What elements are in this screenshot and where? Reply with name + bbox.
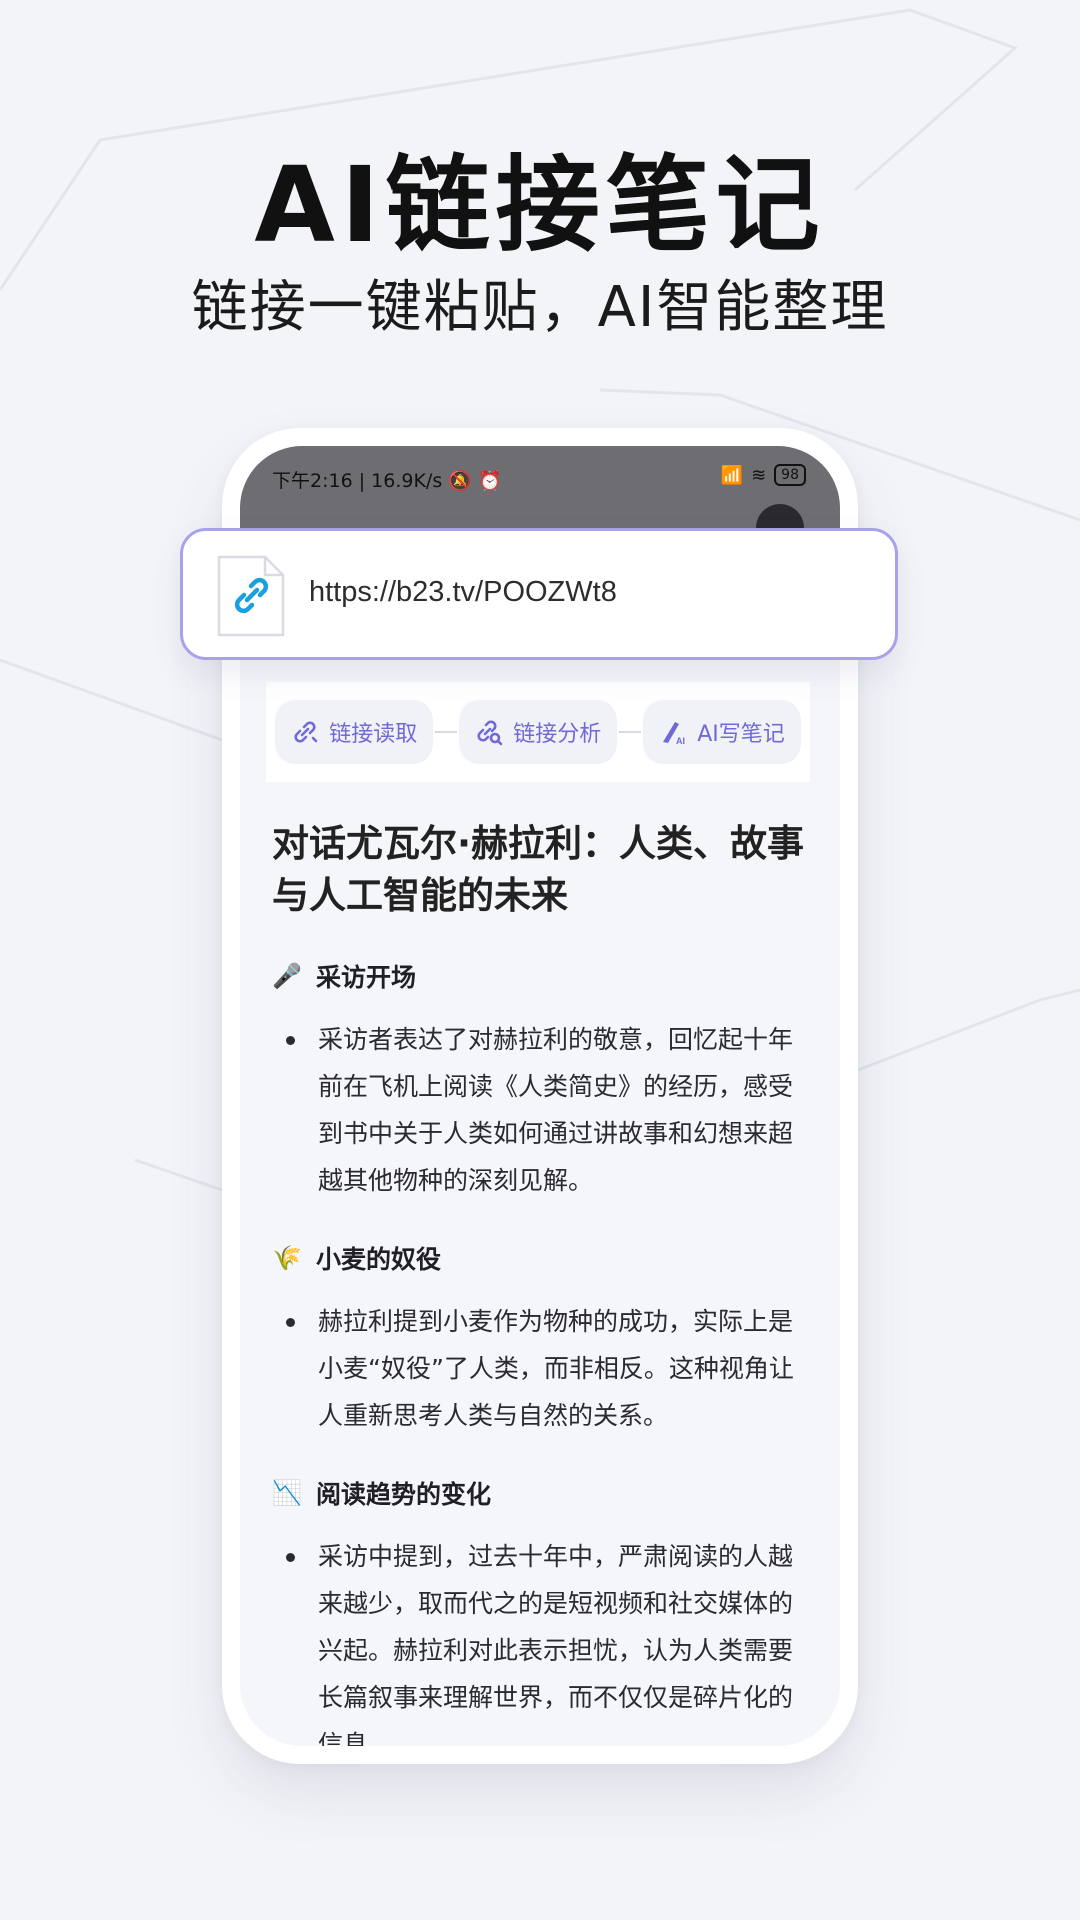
section-title: 小麦的奴役	[316, 1245, 442, 1274]
status-speed: 16.9K/s	[371, 470, 443, 492]
section-title: 采访开场	[316, 963, 417, 992]
list-item: 采访者表达了对赫拉利的敬意，回忆起十年前在飞机上阅读《人类简史》的经历，感受到书…	[272, 1016, 810, 1204]
link-read-button[interactable]: 链接读取	[275, 700, 434, 764]
link-analyze-icon	[477, 720, 503, 746]
bullet-list: 采访者表达了对赫拉利的敬意，回忆起十年前在飞机上阅读《人类简史》的经历，感受到书…	[272, 1016, 810, 1204]
status-time-speed: 下午2:16 | 16.9K/s 🔕 ⏰	[272, 470, 502, 492]
status-time: 下午2:16	[272, 470, 353, 492]
hero-subtitle: 链接一键粘贴，AI智能整理	[191, 275, 889, 340]
battery-icon: 98	[774, 464, 806, 486]
signal-icon: 📶	[720, 464, 744, 486]
action-bar: 链接读取 链接分析 AI AI写笔记	[266, 682, 810, 782]
url-input-card[interactable]: https://b23.tv/POOZWt8	[180, 528, 898, 660]
microphone-icon: 🎤	[272, 962, 302, 990]
section-heading: 🌾 小麦的奴役	[272, 1240, 810, 1276]
alarm-icon: ⏰	[478, 470, 502, 492]
status-icons: 📶 ≋ 98	[721, 464, 806, 486]
link-analyze-label: 链接分析	[513, 722, 602, 747]
wifi-icon: ≋	[751, 464, 767, 486]
bullet-list: 赫拉利提到小麦作为物种的成功，实际上是小麦“奴役”了人类，而非相反。这种视角让人…	[272, 1298, 810, 1439]
chart-down-icon: 📉	[272, 1479, 302, 1507]
link-file-icon	[217, 555, 285, 637]
list-item: 采访中提到，过去十年中，严肃阅读的人越来越少，取而代之的是短视频和社交媒体的兴起…	[272, 1533, 810, 1746]
list-item: 赫拉利提到小麦作为物种的成功，实际上是小麦“奴役”了人类，而非相反。这种视角让人…	[272, 1298, 810, 1439]
ai-pen-icon: AI	[663, 722, 685, 746]
link-analyze-button[interactable]: 链接分析	[459, 700, 618, 764]
bullet-list: 采访中提到，过去十年中，严肃阅读的人越来越少，取而代之的是短视频和社交媒体的兴起…	[272, 1533, 810, 1746]
article: 对话尤瓦尔·赫拉利：人类、故事与人工智能的未来 🎤 采访开场 采访者表达了对赫拉…	[272, 818, 810, 1746]
section-title: 阅读趋势的变化	[316, 1480, 492, 1509]
svg-text:AI: AI	[676, 736, 685, 746]
section-heading: 🎤 采访开场	[272, 958, 810, 994]
url-text[interactable]: https://b23.tv/POOZWt8	[309, 576, 617, 609]
hero-title: AI链接笔记	[254, 144, 826, 266]
section-heading: 📉 阅读趋势的变化	[272, 1475, 810, 1511]
wheat-icon: 🌾	[272, 1244, 302, 1272]
step-connector	[435, 731, 458, 733]
step-connector	[619, 731, 642, 733]
ai-write-note-button[interactable]: AI AI写笔记	[643, 700, 801, 764]
mute-icon: 🔕	[448, 470, 472, 492]
ai-write-note-label: AI写笔记	[697, 722, 785, 747]
link-read-icon	[294, 721, 318, 743]
article-title: 对话尤瓦尔·赫拉利：人类、故事与人工智能的未来	[272, 822, 805, 917]
link-read-label: 链接读取	[329, 722, 418, 747]
